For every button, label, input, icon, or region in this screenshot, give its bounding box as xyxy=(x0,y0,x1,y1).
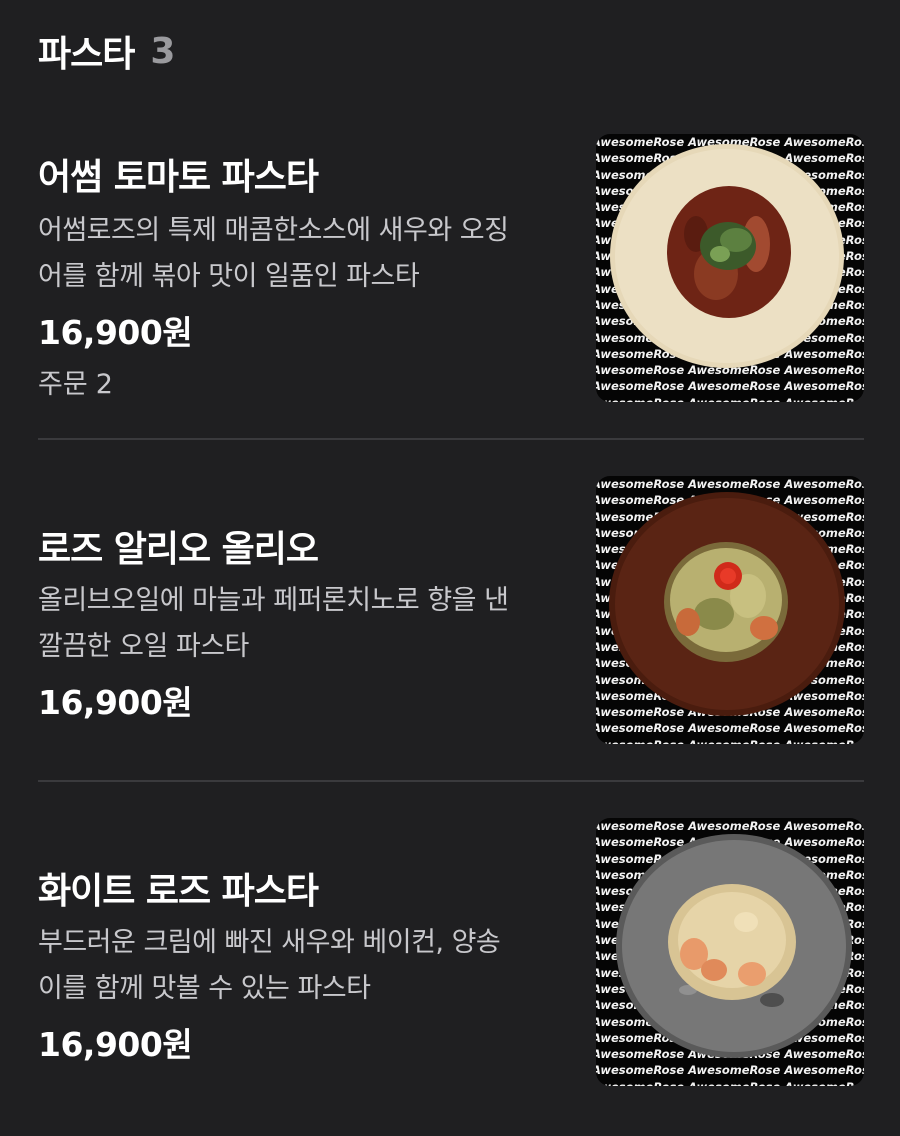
menu-item-name: 화이트 로즈 파스타 xyxy=(38,871,319,912)
menu-item-description: 올리브오일에 마늘과 페퍼론치노로 향을 낸 깔끔한 오일 파스타 xyxy=(38,578,558,670)
menu-page: 파스타 3 어썸 토마토 파스타 어썸로즈의 특제 매콤한소스에 새우와 오징 … xyxy=(0,0,900,1136)
white-rose-pasta-plate-image xyxy=(616,834,852,1058)
menu-item-photo: AwesomeRose AwesomeRose AwesomeRose Aweso… xyxy=(596,134,864,402)
menu-item-description-line: 이를 함께 맛볼 수 있는 파스타 xyxy=(38,973,371,1004)
aglio-olio-plate-image xyxy=(609,492,845,716)
menu-item-price: 16,900원 xyxy=(38,1025,193,1064)
menu-item-description-line: 어를 함께 볶아 맛이 일품인 파스타 xyxy=(38,261,420,292)
menu-item-price: 16,900원 xyxy=(38,683,193,722)
menu-item-description: 어썸로즈의 특제 매콤한소스에 새우와 오징 어를 함께 볶아 맛이 일품인 파… xyxy=(38,208,558,300)
menu-item-name: 어썸 토마토 파스타 xyxy=(38,157,319,198)
menu-item-awesome-tomato-pasta[interactable]: 어썸 토마토 파스타 어썸로즈의 특제 매콤한소스에 새우와 오징 어를 함께 … xyxy=(0,0,900,438)
menu-item-description-line: 올리브오일에 마늘과 페퍼론치노로 향을 낸 xyxy=(38,585,509,616)
menu-item-name: 로즈 알리오 올리오 xyxy=(38,529,319,570)
menu-item-photo: AwesomeRose AwesomeRose AwesomeRose Aweso… xyxy=(596,818,864,1086)
order-count: 주문 2 xyxy=(38,362,113,401)
menu-item-description-line: 어썸로즈의 특제 매콤한소스에 새우와 오징 xyxy=(38,215,509,246)
menu-item-rose-aglio-olio[interactable]: 로즈 알리오 올리오 올리브오일에 마늘과 페퍼론치노로 향을 낸 깔끔한 오일… xyxy=(0,440,900,780)
menu-item-description-line: 깔끔한 오일 파스타 xyxy=(38,631,249,662)
menu-item-white-rose-pasta[interactable]: 화이트 로즈 파스타 부드러운 크림에 빠진 새우와 베이컨, 양송 이를 함께… xyxy=(0,782,900,1136)
order-count-value: 2 xyxy=(95,369,113,400)
menu-item-photo: AwesomeRose AwesomeRose AwesomeRose Aweso… xyxy=(596,476,864,744)
tomato-pasta-plate-image xyxy=(610,144,844,368)
menu-item-price: 16,900원 xyxy=(38,313,193,352)
order-count-label: 주문 xyxy=(38,369,88,400)
menu-item-description-line: 부드러운 크림에 빠진 새우와 베이컨, 양송 xyxy=(38,927,501,958)
menu-item-description: 부드러운 크림에 빠진 새우와 베이컨, 양송 이를 함께 맛볼 수 있는 파스… xyxy=(38,920,558,1012)
